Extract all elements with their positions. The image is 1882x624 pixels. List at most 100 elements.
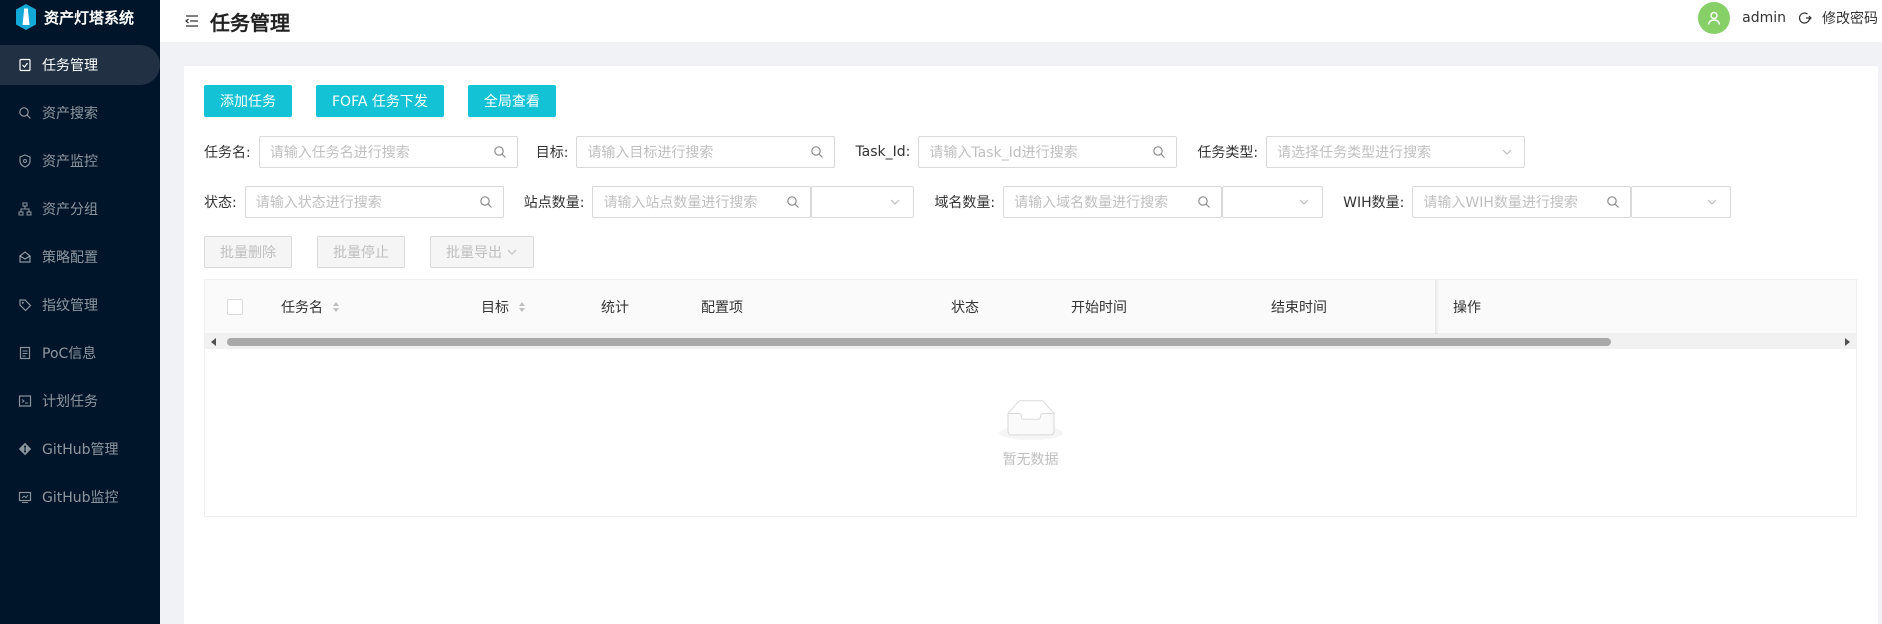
target-label: 目标: xyxy=(535,145,569,161)
scroll-right-arrow-icon[interactable] xyxy=(1845,338,1850,346)
batch-export-button[interactable]: 批量导出 xyxy=(430,236,534,268)
sidebar-item-scheduled-task[interactable]: 计划任务 xyxy=(0,381,160,421)
sidebar-item-label: 策略配置 xyxy=(42,250,98,266)
tag-icon xyxy=(18,298,32,312)
task-name-input[interactable]: 请输入任务名进行搜索 xyxy=(258,136,518,168)
site-count-input[interactable]: 请输入站点数量进行搜索 xyxy=(592,186,812,218)
fixed-column-divider xyxy=(1435,280,1439,334)
search-icon[interactable] xyxy=(1152,145,1166,159)
menu-fold-icon[interactable] xyxy=(184,13,200,29)
domain-count-operator-select[interactable] xyxy=(1222,186,1324,218)
status-label: 状态: xyxy=(204,195,237,211)
column-header-start-time: 开始时间 xyxy=(1071,280,1127,334)
wih-count-label: WIH数量: xyxy=(1343,195,1405,211)
site-count-operator-select[interactable] xyxy=(811,186,915,218)
cluster-icon xyxy=(18,202,32,216)
fofa-task-button[interactable]: FOFA 任务下发 xyxy=(316,85,444,117)
table-header: 任务名 目标 统计 配置项 状态 开始时间 结束时间 操作 xyxy=(205,280,1856,334)
page-title: 任务管理 xyxy=(210,10,290,35)
empty-inbox-icon xyxy=(998,400,1063,440)
monitor-icon xyxy=(18,490,32,504)
chevron-down-icon xyxy=(1707,199,1717,205)
select-all-checkbox[interactable] xyxy=(227,299,243,315)
main-card: 添加任务 FOFA 任务下发 全局查看 任务名: 请输入任务名进行搜索 目标: … xyxy=(184,66,1878,624)
git-icon xyxy=(18,442,32,456)
sidebar-item-task-management[interactable]: 任务管理 xyxy=(0,45,160,85)
chevron-down-icon xyxy=(1502,149,1512,155)
logout-icon[interactable] xyxy=(1798,11,1812,25)
column-header-task-name[interactable]: 任务名 xyxy=(281,280,341,334)
sidebar-item-label: 资产搜索 xyxy=(42,106,98,122)
column-header-config: 配置项 xyxy=(701,280,743,334)
horizontal-scrollbar[interactable] xyxy=(205,334,1856,349)
action-toolbar: 添加任务 FOFA 任务下发 全局查看 xyxy=(204,85,580,117)
site-count-label: 站点数量: xyxy=(523,195,585,211)
avatar[interactable] xyxy=(1698,2,1731,34)
task-type-placeholder: 请选择任务类型进行搜索 xyxy=(1277,145,1432,161)
search-icon[interactable] xyxy=(810,145,824,159)
username[interactable]: admin xyxy=(1742,10,1786,26)
column-header-label: 目标 xyxy=(481,300,509,316)
task-type-select[interactable]: 请选择任务类型进行搜索 xyxy=(1266,136,1526,168)
batch-toolbar: 批量删除 批量停止 批量导出 xyxy=(204,236,534,268)
target-input[interactable]: 请输入目标进行搜索 xyxy=(576,136,836,168)
task-id-label: Task_Id: xyxy=(855,144,911,160)
sidebar-item-asset-monitor[interactable]: 资产监控 xyxy=(0,141,160,181)
global-view-button[interactable]: 全局查看 xyxy=(467,85,556,117)
task-id-input[interactable]: 请输入Task_Id进行搜索 xyxy=(918,136,1178,168)
filter-row-2: 状态: 请输入状态进行搜索 站点数量: 请输入站点数量进行搜索 域名数量: 请输… xyxy=(204,186,1732,218)
sort-icon[interactable] xyxy=(517,300,527,314)
sidebar-item-asset-group[interactable]: 资产分组 xyxy=(0,189,160,229)
sidebar-item-poc-info[interactable]: PoC信息 xyxy=(0,333,160,373)
chevron-down-icon xyxy=(891,199,900,205)
app-logo[interactable]: 资产灯塔系统 xyxy=(0,0,160,34)
task-name-placeholder: 请输入任务名进行搜索 xyxy=(269,145,410,161)
sidebar-item-label: GitHub监控 xyxy=(42,490,119,506)
top-header: 任务管理 admin 修改密码 xyxy=(160,0,1882,42)
wih-count-placeholder: 请输入WIH数量进行搜索 xyxy=(1423,195,1578,211)
scrollbar-thumb[interactable] xyxy=(227,338,1611,346)
sidebar-item-label: 资产监控 xyxy=(42,154,98,170)
sidebar-item-label: 指纹管理 xyxy=(42,298,98,314)
status-input[interactable]: 请输入状态进行搜索 xyxy=(244,186,504,218)
user-area: admin 修改密码 xyxy=(1698,0,1882,36)
domain-count-input[interactable]: 请输入域名数量进行搜索 xyxy=(1003,186,1223,218)
empty-text: 暂无数据 xyxy=(1002,452,1059,468)
add-task-button[interactable]: 添加任务 xyxy=(204,85,292,117)
task-table: 任务名 目标 统计 配置项 状态 开始时间 结束时间 操作 暂无数据 xyxy=(204,279,1857,517)
column-header-label: 状态 xyxy=(951,300,979,316)
search-icon[interactable] xyxy=(786,195,800,209)
sidebar-item-label: 资产分组 xyxy=(42,202,98,218)
sidebar-item-asset-search[interactable]: 资产搜索 xyxy=(0,93,160,133)
column-header-label: 开始时间 xyxy=(1071,300,1127,316)
task-id-placeholder: 请输入Task_Id进行搜索 xyxy=(929,145,1078,161)
sidebar-item-label: GitHub管理 xyxy=(42,442,119,458)
site-count-placeholder: 请输入站点数量进行搜索 xyxy=(603,195,758,211)
search-icon[interactable] xyxy=(493,145,507,159)
sidebar-item-policy-config[interactable]: 策略配置 xyxy=(0,237,160,277)
search-icon xyxy=(18,106,32,120)
domain-count-label: 域名数量: xyxy=(934,195,996,211)
sidebar-item-fingerprint[interactable]: 指纹管理 xyxy=(0,285,160,325)
task-icon xyxy=(18,58,32,72)
column-header-target[interactable]: 目标 xyxy=(481,280,527,334)
status-placeholder: 请输入状态进行搜索 xyxy=(255,195,382,211)
scroll-left-arrow-icon[interactable] xyxy=(211,338,216,346)
user-icon xyxy=(1707,11,1721,25)
search-icon[interactable] xyxy=(1197,195,1211,209)
sort-icon[interactable] xyxy=(331,300,341,314)
gift-icon xyxy=(18,250,32,264)
column-header-label: 任务名 xyxy=(281,300,323,316)
wih-count-operator-select[interactable] xyxy=(1631,186,1732,218)
shield-icon xyxy=(18,154,32,168)
batch-stop-button[interactable]: 批量停止 xyxy=(317,236,405,268)
search-icon[interactable] xyxy=(479,195,493,209)
batch-delete-button[interactable]: 批量删除 xyxy=(204,236,292,268)
search-icon[interactable] xyxy=(1606,195,1620,209)
sidebar-item-github-monitor[interactable]: GitHub监控 xyxy=(0,477,160,517)
column-header-label: 结束时间 xyxy=(1271,300,1327,316)
empty-state: 暂无数据 xyxy=(205,400,1856,469)
wih-count-input[interactable]: 请输入WIH数量进行搜索 xyxy=(1412,186,1632,218)
change-password-link[interactable]: 修改密码 xyxy=(1822,8,1878,28)
sidebar-item-github-management[interactable]: GitHub管理 xyxy=(0,429,160,469)
